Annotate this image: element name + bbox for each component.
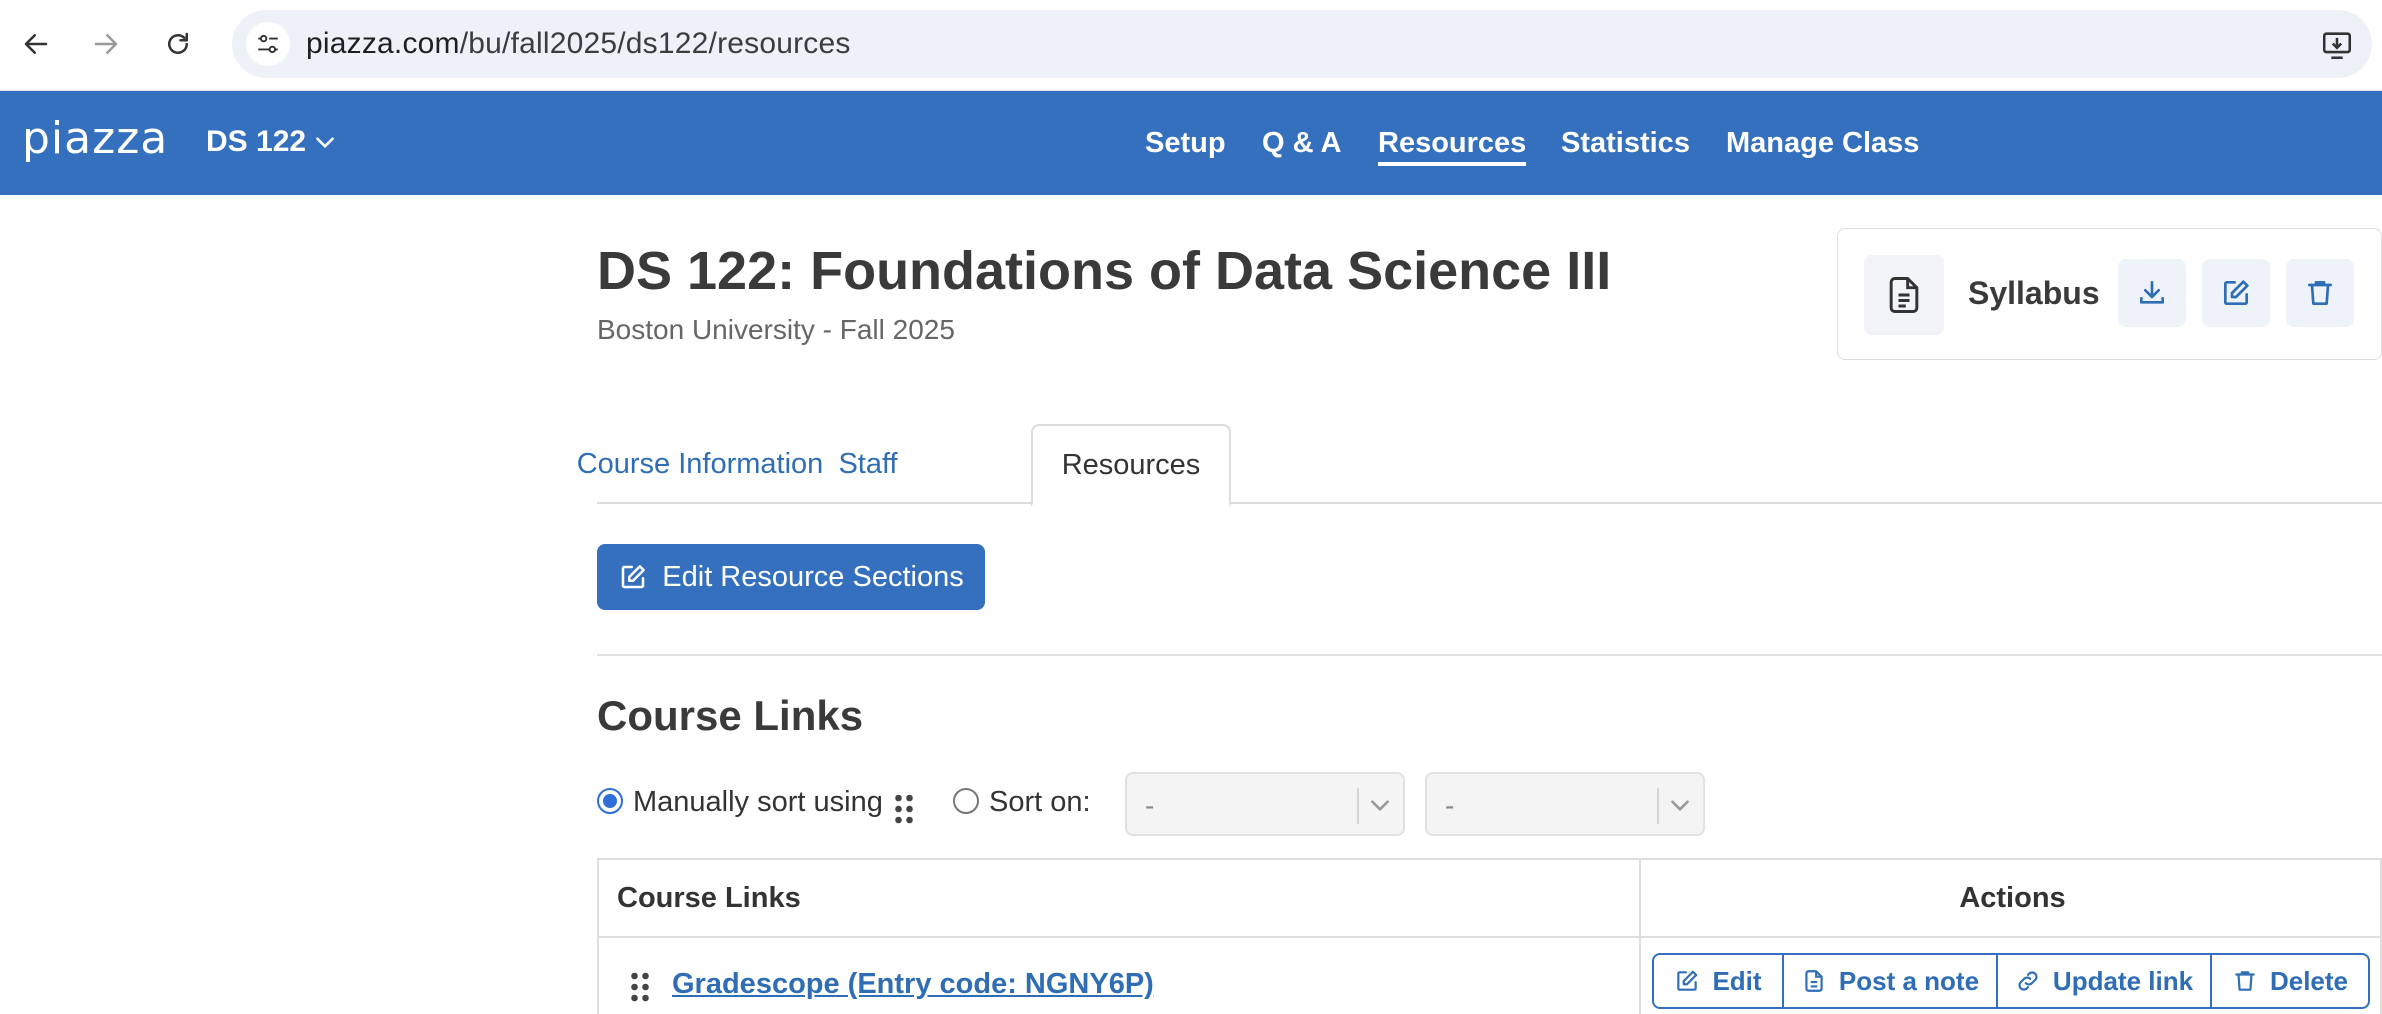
url-path: /bu/fall2025/ds122/resources [459,27,851,60]
nav-manage-class[interactable]: Manage Class [1726,127,1919,160]
edit-resource-sections-button[interactable]: Edit Resource Sections [597,544,985,610]
document-icon [1805,970,1823,992]
chevron-down-icon [1371,800,1389,811]
syllabus-delete-button[interactable] [2286,259,2354,327]
drag-handle-icon [895,794,913,824]
sort-on-label: Sort on: [989,786,1091,818]
tune-icon [258,34,278,54]
syllabus-card: Syllabus [1837,228,2382,360]
edit-label: Edit [1712,965,1762,996]
piazza-logo[interactable]: piazza [22,113,168,164]
row-divider [599,936,2380,938]
edit-resource-sections-label: Edit Resource Sections [662,560,964,593]
class-name: DS 122 [206,125,307,158]
post-note-label: Post a note [1838,965,1980,996]
reload-button[interactable] [154,20,202,68]
tab-staff[interactable]: Staff [803,424,933,504]
nav-statistics[interactable]: Statistics [1561,127,1690,160]
manual-sort-radio[interactable] [597,788,623,814]
post-note-button[interactable]: Post a note [1784,955,1998,1007]
tab-resources[interactable]: Resources [1031,424,1231,506]
update-link-button[interactable]: Update link [1998,955,2212,1007]
url-domain: piazza.com [306,27,460,60]
nav-resources[interactable]: Resources [1378,127,1527,166]
site-info-button[interactable] [246,22,290,66]
app-header: piazza DS 122 Setup Q & A Resources Stat… [0,91,2382,195]
course-links-table: Course Links Actions Gradescope (Entry c… [597,858,2382,1014]
link-icon [2018,971,2038,991]
drag-handle-icon[interactable] [629,970,651,1004]
class-switcher[interactable]: DS 122 [206,125,338,159]
syllabus-file[interactable] [1864,255,1944,335]
reload-icon [168,32,188,54]
chevron-down-icon [1671,800,1689,811]
page-subtitle: Boston University - Fall 2025 [597,314,955,345]
column-header-actions: Actions [1959,881,2066,914]
url-text[interactable]: piazza.com/bu/fall2025/ds122/resources [306,27,851,61]
delete-label: Delete [2269,965,2349,996]
tab-course-information[interactable]: Course Information [577,424,824,504]
syllabus-edit-button[interactable] [2202,259,2270,327]
edit-icon [2224,280,2249,305]
back-button[interactable] [12,20,60,68]
sort-field-select[interactable]: - [1125,772,1405,836]
edit-icon [1677,970,1698,991]
document-icon [1889,277,1919,313]
forward-button[interactable] [82,20,130,68]
sort-order-value: - [1445,790,1455,821]
select-separator [1657,788,1659,824]
browser-toolbar: piazza.com/bu/fall2025/ds122/resources [0,0,2382,91]
arrow-right-icon [94,34,118,54]
edit-icon [622,565,646,589]
sort-controls: Manually sort using Sort on: - - [597,772,2382,836]
select-separator [1357,788,1359,824]
nav-setup[interactable]: Setup [1145,127,1226,160]
course-link-gradescope[interactable]: Gradescope (Entry code: NGNY6P) [672,968,1154,1001]
trash-icon [2235,971,2255,991]
chevron-down-icon [316,137,334,148]
manual-sort-label: Manually sort using [633,786,883,818]
page-title: DS 122: Foundations of Data Science III [597,241,1612,301]
course-links-heading: Course Links [597,692,864,739]
install-app-icon[interactable] [2320,28,2354,62]
syllabus-label: Syllabus [1968,275,2100,311]
sort-order-select[interactable]: - [1425,772,1705,836]
row-actions: Edit Post a note Update link Delete [1652,953,2370,1009]
nav-qa[interactable]: Q & A [1262,127,1341,160]
download-icon [2140,281,2164,304]
trash-icon [2308,281,2332,305]
syllabus-download-button[interactable] [2118,259,2186,327]
arrow-left-icon [24,34,48,54]
address-bar[interactable]: piazza.com/bu/fall2025/ds122/resources [232,10,2372,78]
section-divider [597,654,2382,656]
sort-field-value: - [1145,790,1155,821]
course-tabs: Course Information Staff Resources [577,424,2382,506]
sort-on-radio[interactable] [953,788,979,814]
delete-link-button[interactable]: Delete [2212,955,2368,1007]
update-link-label: Update link [2052,965,2194,996]
edit-link-button[interactable]: Edit [1654,955,1784,1007]
column-header-course-links: Course Links [617,881,801,914]
